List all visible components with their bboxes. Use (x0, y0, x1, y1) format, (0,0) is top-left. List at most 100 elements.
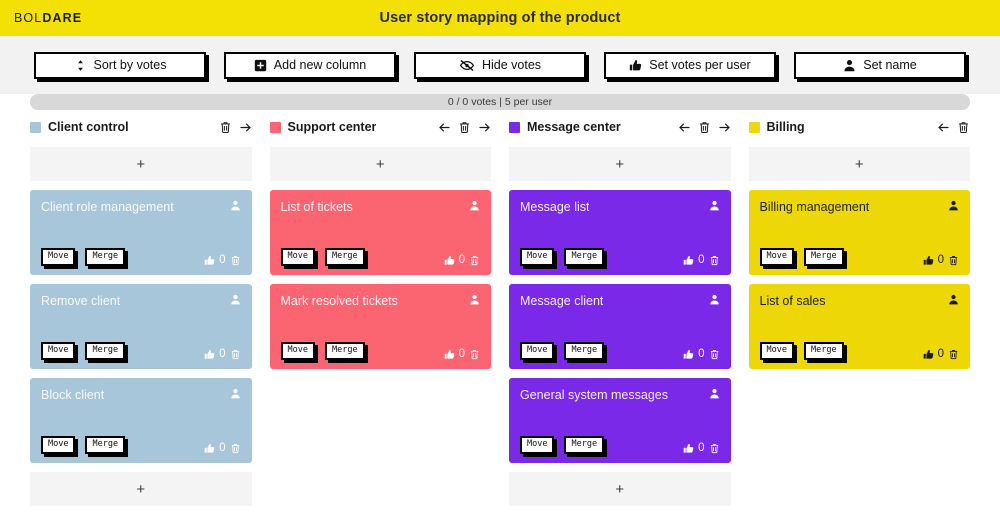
column-name[interactable]: Message center (527, 120, 621, 134)
story-card[interactable]: List of sales Move Merge 0 (748, 284, 970, 369)
delete-card-icon[interactable] (230, 255, 241, 266)
add-card-button[interactable]: + (269, 147, 491, 181)
merge-card-button[interactable]: Merge (85, 248, 126, 266)
thumbs-up-icon[interactable] (204, 349, 215, 360)
board-column: + Message list Move Merge 0 Message client Mov… (509, 147, 731, 506)
card-vote-area: 0 (683, 348, 719, 360)
delete-card-icon[interactable] (230, 349, 241, 360)
delete-column-icon[interactable] (458, 121, 471, 134)
person-icon[interactable] (948, 200, 959, 211)
story-card[interactable]: Remove client Move Merge 0 (30, 284, 252, 369)
add-card-button[interactable]: + (748, 147, 970, 181)
card-header: Remove client (41, 294, 241, 309)
merge-card-button[interactable]: Merge (85, 436, 126, 454)
add-card-button[interactable]: + (30, 147, 252, 181)
add-card-button[interactable]: + (509, 472, 731, 506)
delete-column-icon[interactable] (957, 121, 970, 134)
thumbs-up-icon[interactable] (923, 255, 934, 266)
move-card-button[interactable]: Move (41, 436, 76, 454)
delete-card-icon[interactable] (948, 349, 959, 360)
thumbs-up-icon[interactable] (683, 255, 694, 266)
merge-card-button[interactable]: Merge (564, 342, 605, 360)
column-name[interactable]: Client control (48, 120, 129, 134)
toolbar-button-add-new-column[interactable]: Add new column (224, 51, 396, 79)
vote-count: 0 (458, 348, 465, 360)
delete-column-icon[interactable] (698, 121, 711, 134)
thumbs-up-icon[interactable] (923, 349, 934, 360)
delete-card-icon[interactable] (469, 349, 480, 360)
move-column-left-icon[interactable] (937, 121, 950, 134)
move-column-right-icon[interactable] (718, 121, 731, 134)
person-icon[interactable] (709, 200, 720, 211)
person-icon[interactable] (230, 200, 241, 211)
story-card[interactable]: List of tickets Move Merge 0 (269, 190, 491, 275)
story-card[interactable]: Mark resolved tickets Move Merge 0 (269, 284, 491, 369)
delete-card-icon[interactable] (709, 443, 720, 454)
card-footer: Move Merge 0 (759, 248, 960, 266)
move-card-button[interactable]: Move (759, 248, 794, 266)
toolbar-button-hide-votes[interactable]: Hide votes (414, 51, 586, 79)
toolbar-button-label: Hide votes (481, 58, 542, 72)
move-card-button[interactable]: Move (280, 342, 315, 360)
move-column-left-icon[interactable] (438, 121, 451, 134)
thumbs-up-icon[interactable] (683, 443, 694, 454)
delete-card-icon[interactable] (469, 255, 480, 266)
thumbs-up-icon[interactable] (444, 255, 455, 266)
story-card[interactable]: Client role management Move Merge 0 (30, 190, 252, 275)
delete-card-icon[interactable] (948, 255, 959, 266)
add-card-button[interactable]: + (509, 147, 731, 181)
card-vote-area: 0 (204, 254, 240, 266)
toolbar-button-set-votes-per-user[interactable]: Set votes per user (604, 51, 776, 79)
merge-card-button[interactable]: Merge (803, 342, 844, 360)
toolbar-button-set-name[interactable]: Set name (794, 51, 966, 79)
move-column-left-icon[interactable] (678, 121, 691, 134)
move-card-button[interactable]: Move (759, 342, 794, 360)
move-card-button[interactable]: Move (280, 248, 315, 266)
toolbar-button-sort-by-votes[interactable]: Sort by votes (34, 51, 206, 79)
delete-card-icon[interactable] (709, 349, 720, 360)
story-card[interactable]: Billing management Move Merge 0 (748, 190, 970, 275)
story-card[interactable]: Message list Move Merge 0 (509, 190, 731, 275)
story-card[interactable]: Message client Move Merge 0 (509, 284, 731, 369)
app-header: BOLDARE User story mapping of the produc… (0, 0, 1000, 36)
merge-card-button[interactable]: Merge (564, 248, 605, 266)
move-column-right-icon[interactable] (239, 121, 252, 134)
person-icon[interactable] (230, 388, 241, 399)
delete-card-icon[interactable] (709, 255, 720, 266)
delete-card-icon[interactable] (230, 443, 241, 454)
person-icon[interactable] (948, 294, 959, 305)
move-column-right-icon[interactable] (478, 121, 491, 134)
column-name[interactable]: Billing (767, 120, 805, 134)
thumbs-up-icon[interactable] (444, 349, 455, 360)
move-card-button[interactable]: Move (41, 342, 76, 360)
add-card-button[interactable]: + (30, 472, 252, 506)
thumbs-up-icon[interactable] (204, 443, 215, 454)
person-icon[interactable] (709, 294, 720, 305)
merge-card-button[interactable]: Merge (803, 248, 844, 266)
person-icon[interactable] (230, 294, 241, 305)
move-card-button[interactable]: Move (520, 342, 555, 360)
card-action-buttons: Move Merge (41, 248, 126, 266)
vote-count: 0 (698, 442, 705, 454)
person-icon[interactable] (469, 294, 480, 305)
column-name[interactable]: Support center (288, 120, 377, 134)
card-footer: Move Merge 0 (41, 248, 241, 266)
board-column: + Client role management Move Merge 0 Remove … (30, 147, 252, 506)
person-icon[interactable] (469, 200, 480, 211)
vote-count: 0 (219, 348, 226, 360)
merge-card-button[interactable]: Merge (324, 342, 365, 360)
merge-card-button[interactable]: Merge (564, 436, 605, 454)
move-card-button[interactable]: Move (41, 248, 76, 266)
merge-card-button[interactable]: Merge (324, 248, 365, 266)
move-card-button[interactable]: Move (520, 248, 555, 266)
story-card[interactable]: Block client Move Merge 0 (30, 378, 252, 463)
merge-card-button[interactable]: Merge (85, 342, 126, 360)
move-card-button[interactable]: Move (520, 436, 555, 454)
thumbs-up-icon[interactable] (683, 349, 694, 360)
delete-column-icon[interactable] (219, 121, 232, 134)
story-card[interactable]: General system messages Move Merge 0 (509, 378, 731, 463)
person-icon[interactable] (709, 388, 720, 399)
vote-count: 0 (219, 442, 226, 454)
eye-slash-icon (459, 59, 475, 72)
thumbs-up-icon[interactable] (204, 255, 215, 266)
